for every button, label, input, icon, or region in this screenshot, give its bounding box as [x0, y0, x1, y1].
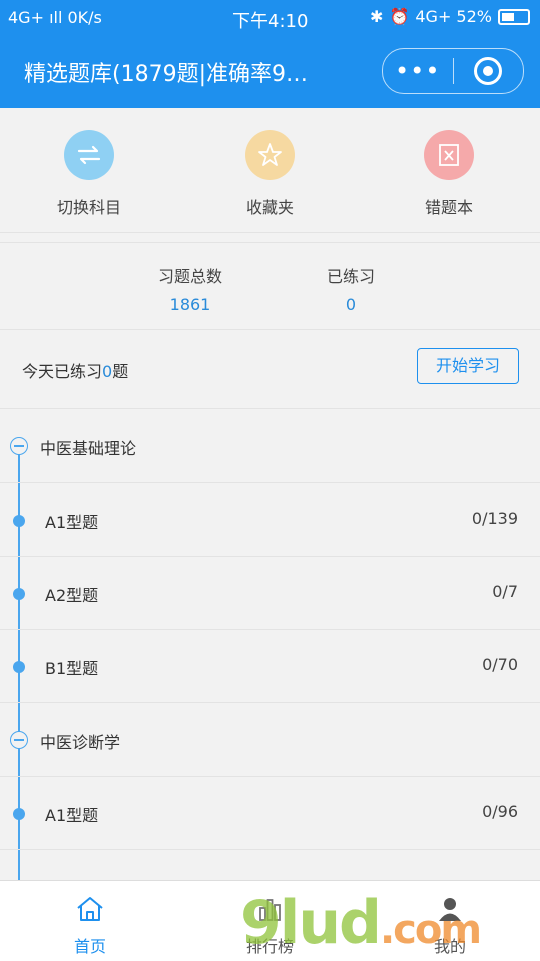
- watermark: 9lud.com: [240, 888, 482, 958]
- item-count: 0/96: [482, 802, 518, 821]
- list-item[interactable]: B1型题 0/70: [0, 629, 540, 703]
- item-label: A2型题: [45, 586, 99, 605]
- section-title: 中医基础理论: [40, 439, 137, 458]
- item-label: A1型题: [45, 513, 99, 532]
- target-icon: [474, 57, 503, 85]
- item-label: B1型题: [45, 659, 99, 678]
- close-button[interactable]: [454, 57, 524, 85]
- item-count: 0/70: [482, 655, 518, 674]
- status-right: ✱ ⏰ 4G+ 52%: [370, 7, 530, 26]
- status-bar: 4G+ ıll 0K/s 下午4:10 ✱ ⏰ 4G+ 52%: [0, 0, 540, 36]
- section-title: 中医诊断学: [40, 733, 121, 752]
- wrong-book-label: 错题本: [424, 198, 473, 217]
- home-icon: [30, 895, 150, 923]
- wrong-book-button[interactable]: 错题本: [389, 130, 509, 218]
- battery-icon: [498, 8, 530, 25]
- node-dot-icon: [13, 515, 25, 527]
- status-network-battery: 4G+ 52%: [415, 7, 492, 26]
- favorites-button[interactable]: 收藏夹: [210, 130, 330, 218]
- watermark-suffix: .com: [379, 907, 482, 953]
- switch-subject-button[interactable]: 切换科目: [29, 130, 149, 218]
- section-header[interactable]: 中医基础理论: [0, 409, 540, 483]
- page-title: 精选题库(1879题|准确率9…: [24, 62, 308, 87]
- list-item[interactable]: A1型题 0/96: [0, 776, 540, 850]
- list-item[interactable]: A2型题 0/7: [0, 556, 540, 630]
- section-header[interactable]: 中医诊断学: [0, 703, 540, 777]
- tab-home-label: 首页: [73, 937, 106, 956]
- node-dot-icon: [13, 661, 25, 673]
- start-study-button[interactable]: 开始学习: [417, 348, 519, 384]
- total-label: 习题总数: [157, 267, 222, 286]
- today-count: 0: [102, 362, 113, 381]
- alarm-icon: ⏰: [389, 7, 410, 26]
- more-button[interactable]: •••: [383, 57, 453, 85]
- switch-icon: [64, 130, 114, 180]
- watermark-main: 9lud: [240, 888, 382, 958]
- total-questions: 习题总数 1861: [120, 263, 260, 314]
- status-time: 下午4:10: [232, 11, 309, 32]
- star-icon: [245, 130, 295, 180]
- tab-home[interactable]: 首页: [30, 895, 150, 957]
- practiced-label: 已练习: [326, 267, 375, 286]
- collapse-icon[interactable]: [10, 731, 28, 749]
- navigation-bar: 精选题库(1879题|准确率9… •••: [0, 36, 540, 108]
- quick-actions: 切换科目 收藏夹 错题本: [0, 108, 540, 233]
- node-dot-icon: [13, 808, 25, 820]
- today-practice: 今天已练习0题 开始学习: [0, 330, 540, 409]
- total-value: 1861: [169, 295, 211, 314]
- practiced-questions: 已练习 0: [281, 263, 421, 314]
- stats-panel: 习题总数 1861 已练习 0: [0, 242, 540, 330]
- favorites-label: 收藏夹: [245, 198, 294, 217]
- bluetooth-icon: ✱: [370, 7, 384, 26]
- today-suffix: 题: [112, 362, 129, 381]
- node-dot-icon: [13, 588, 25, 600]
- switch-subject-label: 切换科目: [56, 198, 121, 217]
- collapse-icon[interactable]: [10, 437, 28, 455]
- wrong-book-icon: [424, 130, 474, 180]
- signal-status: 4G+ ıll 0K/s: [8, 8, 102, 27]
- today-prefix: 今天已练习: [22, 362, 103, 381]
- item-count: 0/139: [471, 509, 518, 528]
- miniprogram-capsule: •••: [382, 48, 524, 94]
- practiced-value: 0: [345, 295, 357, 314]
- item-count: 0/7: [492, 582, 518, 601]
- today-text: 今天已练习0题: [22, 358, 128, 382]
- item-label: A1型题: [45, 806, 99, 825]
- list-item[interactable]: A1型题 0/139: [0, 483, 540, 557]
